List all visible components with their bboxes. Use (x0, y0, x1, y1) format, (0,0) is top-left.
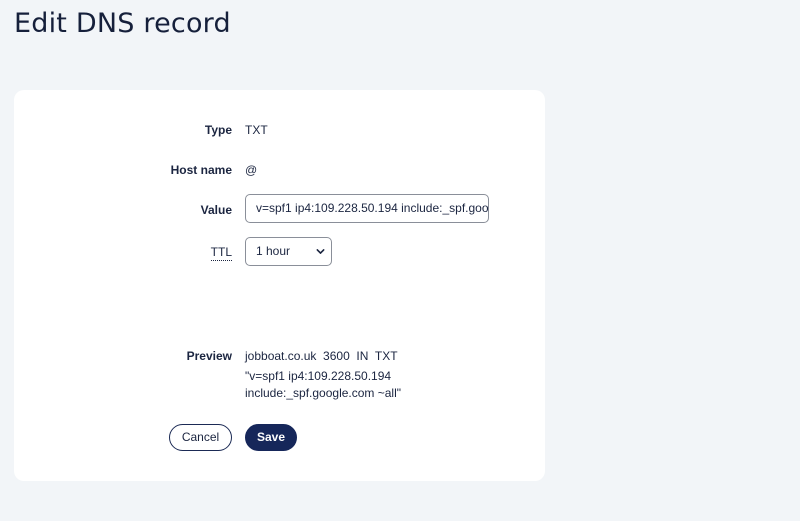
ttl-label-wrap: TTL (210, 245, 232, 261)
save-button[interactable]: Save (245, 424, 297, 451)
preview-line-1: jobboat.co.uk 3600 IN TXT (245, 349, 398, 363)
type-value: TXT (245, 123, 268, 137)
preview-content: jobboat.co.uk 3600 IN TXT "v=spf1 ip4:10… (245, 348, 401, 402)
preview-line-3: include:_spf.google.com ~all" (245, 386, 402, 400)
chevron-down-icon (316, 249, 325, 254)
ttl-label: TTL (210, 245, 232, 261)
preview-line-2: "v=spf1 ip4:109.228.50.194 (245, 369, 392, 383)
ttl-selected-value: 1 hour (256, 244, 291, 258)
type-label: Type (204, 123, 232, 137)
value-input[interactable]: v=spf1 ip4:109.228.50.194 include:_spf.g… (245, 194, 489, 223)
host-name-value: @ (245, 163, 258, 177)
dns-record-card: Type TXT Host name @ Value v=spf1 ip4:10… (14, 90, 545, 481)
ttl-select[interactable]: 1 hour (245, 237, 332, 266)
page-title: Edit DNS record (14, 8, 231, 39)
value-label: Value (200, 203, 232, 217)
cancel-button[interactable]: Cancel (169, 424, 232, 451)
host-name-label: Host name (170, 163, 232, 177)
preview-label: Preview (186, 349, 232, 363)
